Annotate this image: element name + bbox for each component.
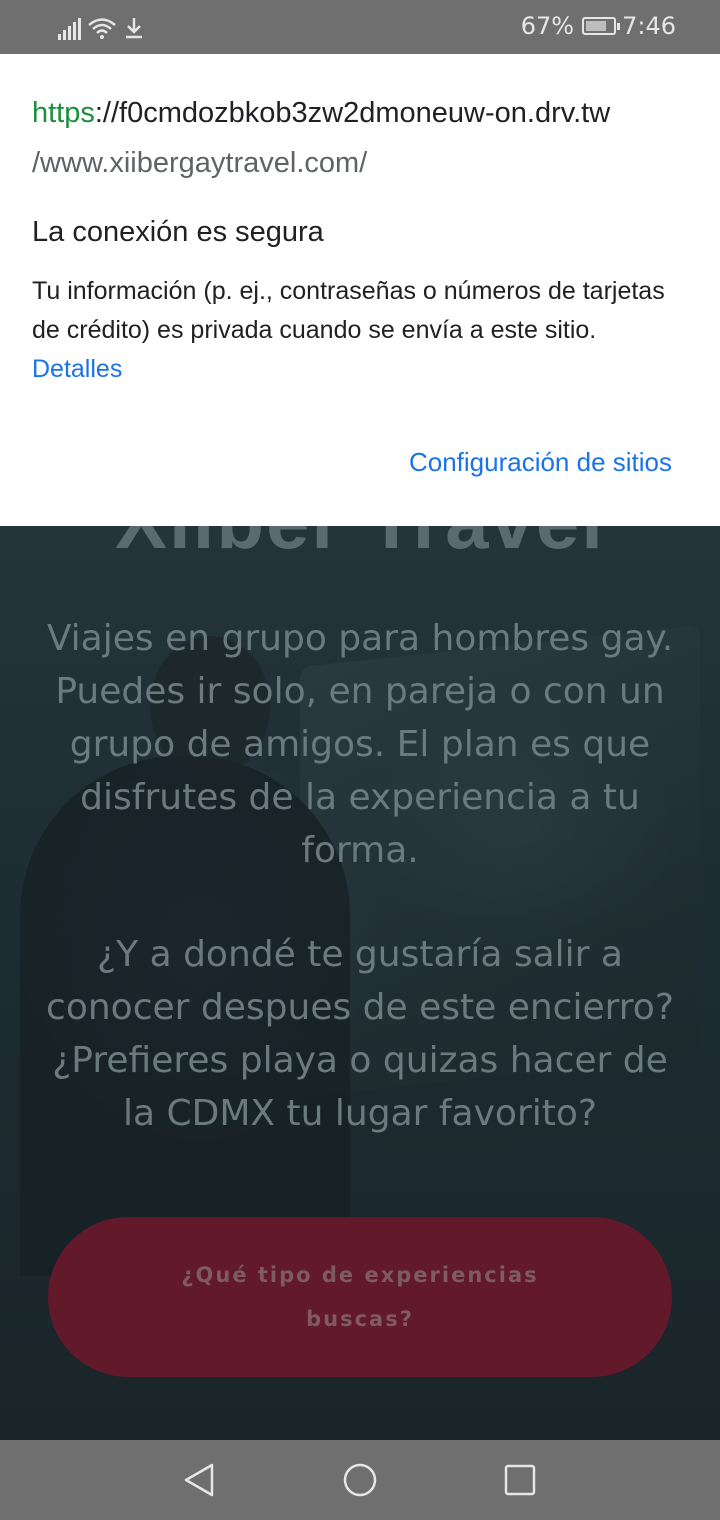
connection-description-text: Tu información (p. ej., contraseñas o nú… [32, 277, 665, 344]
website-background: Xiiber Travel Viajes en grupo para hombr… [0, 526, 720, 1440]
status-left-icons [58, 14, 145, 40]
signal-icon [58, 18, 81, 40]
connection-description: Tu información (p. ej., contraseñas o nú… [32, 272, 682, 389]
url-path: /www.xiibergaytravel.com/ [32, 147, 368, 179]
connection-title: La conexión es segura [32, 216, 324, 248]
url-line: https://f0cmdozbkob3zw2dmoneuw-on.drv.tw [32, 88, 610, 138]
site-title: Xiiber Travel [0, 526, 720, 567]
status-bar: 67% 7:46 [0, 0, 720, 54]
battery-level-fill [586, 21, 607, 31]
question-paragraph: ¿Y a dondé te gustaría salir a conocer d… [46, 934, 674, 1134]
navigation-bar [0, 1440, 720, 1520]
url-host: ://f0cmdozbkob3zw2dmoneuw-on.drv.tw [94, 97, 611, 129]
battery-percent: 67% [520, 12, 575, 40]
home-icon[interactable] [342, 1462, 378, 1498]
experiences-cta-button[interactable]: ¿Qué tipo de experiencias buscas? [48, 1217, 672, 1377]
url-scheme: https [32, 97, 95, 129]
recents-icon[interactable] [502, 1462, 538, 1498]
clock: 7:46 [622, 12, 676, 40]
battery-charging-icon [582, 17, 621, 35]
download-icon [126, 18, 142, 39]
intro-paragraph: Viajes en grupo para hombres gay. Puedes… [46, 618, 674, 871]
connection-info-popup: https://f0cmdozbkob3zw2dmoneuw-on.drv.tw… [0, 54, 720, 526]
details-link[interactable]: Detalles [32, 355, 122, 383]
back-icon[interactable] [182, 1462, 218, 1498]
wifi-icon [88, 18, 116, 39]
status-right-group: 67% 7:46 [521, 12, 676, 40]
site-settings-link[interactable]: Configuración de sitios [409, 442, 672, 482]
